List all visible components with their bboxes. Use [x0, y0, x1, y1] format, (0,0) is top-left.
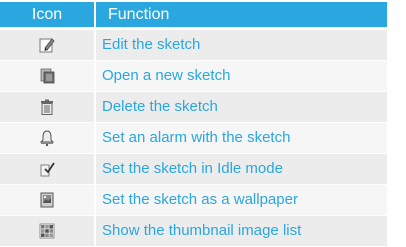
edit-pencil-icon: [38, 36, 56, 54]
icon-function-table: Icon Function Edit the sketch Open a new…: [0, 2, 387, 247]
table-row: Open a new sketch: [0, 61, 387, 92]
thumbnail-grid-icon: [38, 222, 56, 240]
row-function-text: Open a new sketch: [102, 67, 231, 84]
alarm-bell-icon: [38, 129, 56, 147]
header-icon-column: Icon: [0, 2, 96, 27]
row-icon-cell: [0, 123, 96, 153]
idle-mode-icon: [38, 160, 56, 178]
row-icon-cell: [0, 216, 96, 246]
row-icon-cell: [0, 92, 96, 122]
table-row: Set the sketch as a wallpaper: [0, 185, 387, 216]
row-function-text: Set an alarm with the sketch: [102, 129, 291, 146]
table-header: Icon Function: [0, 2, 387, 27]
new-page-icon: [38, 67, 56, 85]
table-row: Set an alarm with the sketch: [0, 123, 387, 154]
table-row: Edit the sketch: [0, 30, 387, 61]
wallpaper-icon: [38, 191, 56, 209]
table-body: Edit the sketch Open a new sketch Delete…: [0, 30, 387, 247]
row-function-text: Set the sketch as a wallpaper: [102, 191, 298, 208]
header-function-column: Function: [108, 6, 170, 23]
row-function-text: Show the thumbnail image list: [102, 222, 302, 239]
row-function-text: Delete the sketch: [102, 98, 218, 115]
table-row: Show the thumbnail image list: [0, 216, 387, 247]
trash-can-icon: [38, 98, 56, 116]
row-function-text: Set the sketch in Idle mode: [102, 160, 283, 177]
row-icon-cell: [0, 30, 96, 60]
table-row: Set the sketch in Idle mode: [0, 154, 387, 185]
row-function-text: Edit the sketch: [102, 36, 201, 53]
row-icon-cell: [0, 61, 96, 91]
row-icon-cell: [0, 185, 96, 215]
row-icon-cell: [0, 154, 96, 184]
table-row: Delete the sketch: [0, 92, 387, 123]
